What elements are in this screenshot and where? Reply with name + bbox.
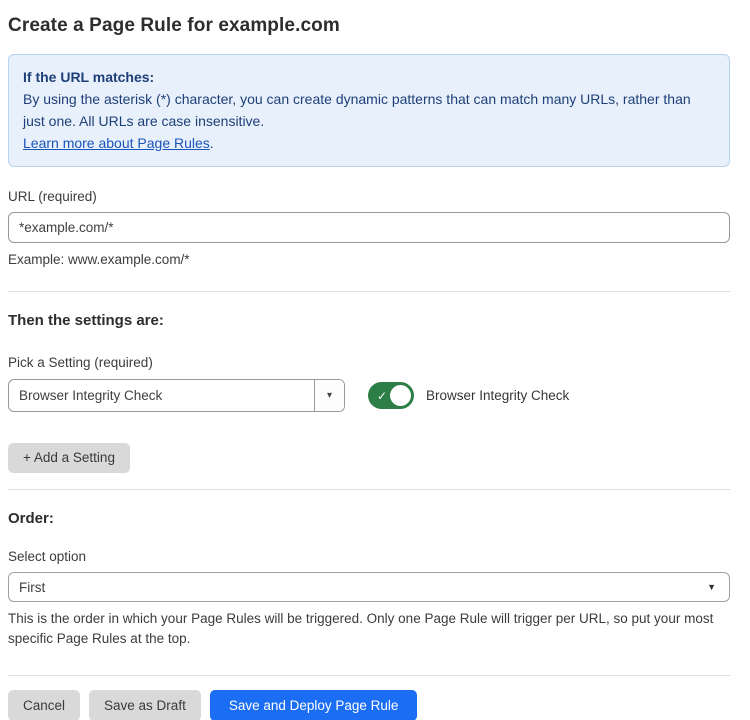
info-box-body: By using the asterisk (*) character, you… (23, 88, 715, 132)
setting-picker-value: Browser Integrity Check (9, 380, 314, 411)
url-example-helper: Example: www.example.com/* (8, 250, 730, 270)
add-setting-button[interactable]: + Add a Setting (8, 443, 130, 473)
info-box-heading: If the URL matches: (23, 66, 715, 88)
setting-picker-dropdown[interactable]: Browser Integrity Check ▾ (8, 379, 345, 412)
order-helper-text: This is the order in which your Page Rul… (8, 609, 730, 649)
cancel-button[interactable]: Cancel (8, 690, 80, 720)
chevron-down-icon: ▾ (327, 391, 332, 401)
settings-section-heading: Then the settings are: (8, 312, 730, 329)
check-icon: ✓ (377, 389, 387, 403)
link-period: . (210, 135, 214, 151)
order-select-value: First (19, 580, 45, 595)
order-section-heading: Order: (8, 510, 730, 527)
toggle-label: Browser Integrity Check (426, 388, 569, 403)
toggle-knob (390, 385, 411, 406)
url-input[interactable] (8, 212, 730, 243)
form-actions: Cancel Save as Draft Save and Deploy Pag… (8, 690, 730, 720)
order-select[interactable]: First ▼ (8, 572, 730, 602)
learn-more-link[interactable]: Learn more about Page Rules (23, 135, 210, 151)
divider (8, 291, 730, 292)
url-match-info-box: If the URL matches: By using the asteris… (8, 54, 730, 167)
save-draft-button[interactable]: Save as Draft (89, 690, 201, 720)
setting-picker-label: Pick a Setting (required) (8, 355, 730, 370)
divider (8, 675, 730, 676)
info-box-link-line: Learn more about Page Rules. (23, 132, 715, 154)
order-select-label: Select option (8, 549, 730, 564)
url-field-label: URL (required) (8, 189, 730, 204)
page-rule-form: Create a Page Rule for example.com If th… (0, 0, 750, 720)
dropdown-arrow-button[interactable]: ▾ (314, 380, 344, 411)
page-title: Create a Page Rule for example.com (8, 15, 730, 37)
browser-integrity-toggle[interactable]: ✓ (368, 382, 414, 409)
divider (8, 489, 730, 490)
select-arrow-icon: ▼ (707, 582, 716, 592)
setting-controls-row: Browser Integrity Check ▾ ✓ Browser Inte… (8, 379, 730, 412)
save-deploy-button[interactable]: Save and Deploy Page Rule (210, 690, 418, 720)
